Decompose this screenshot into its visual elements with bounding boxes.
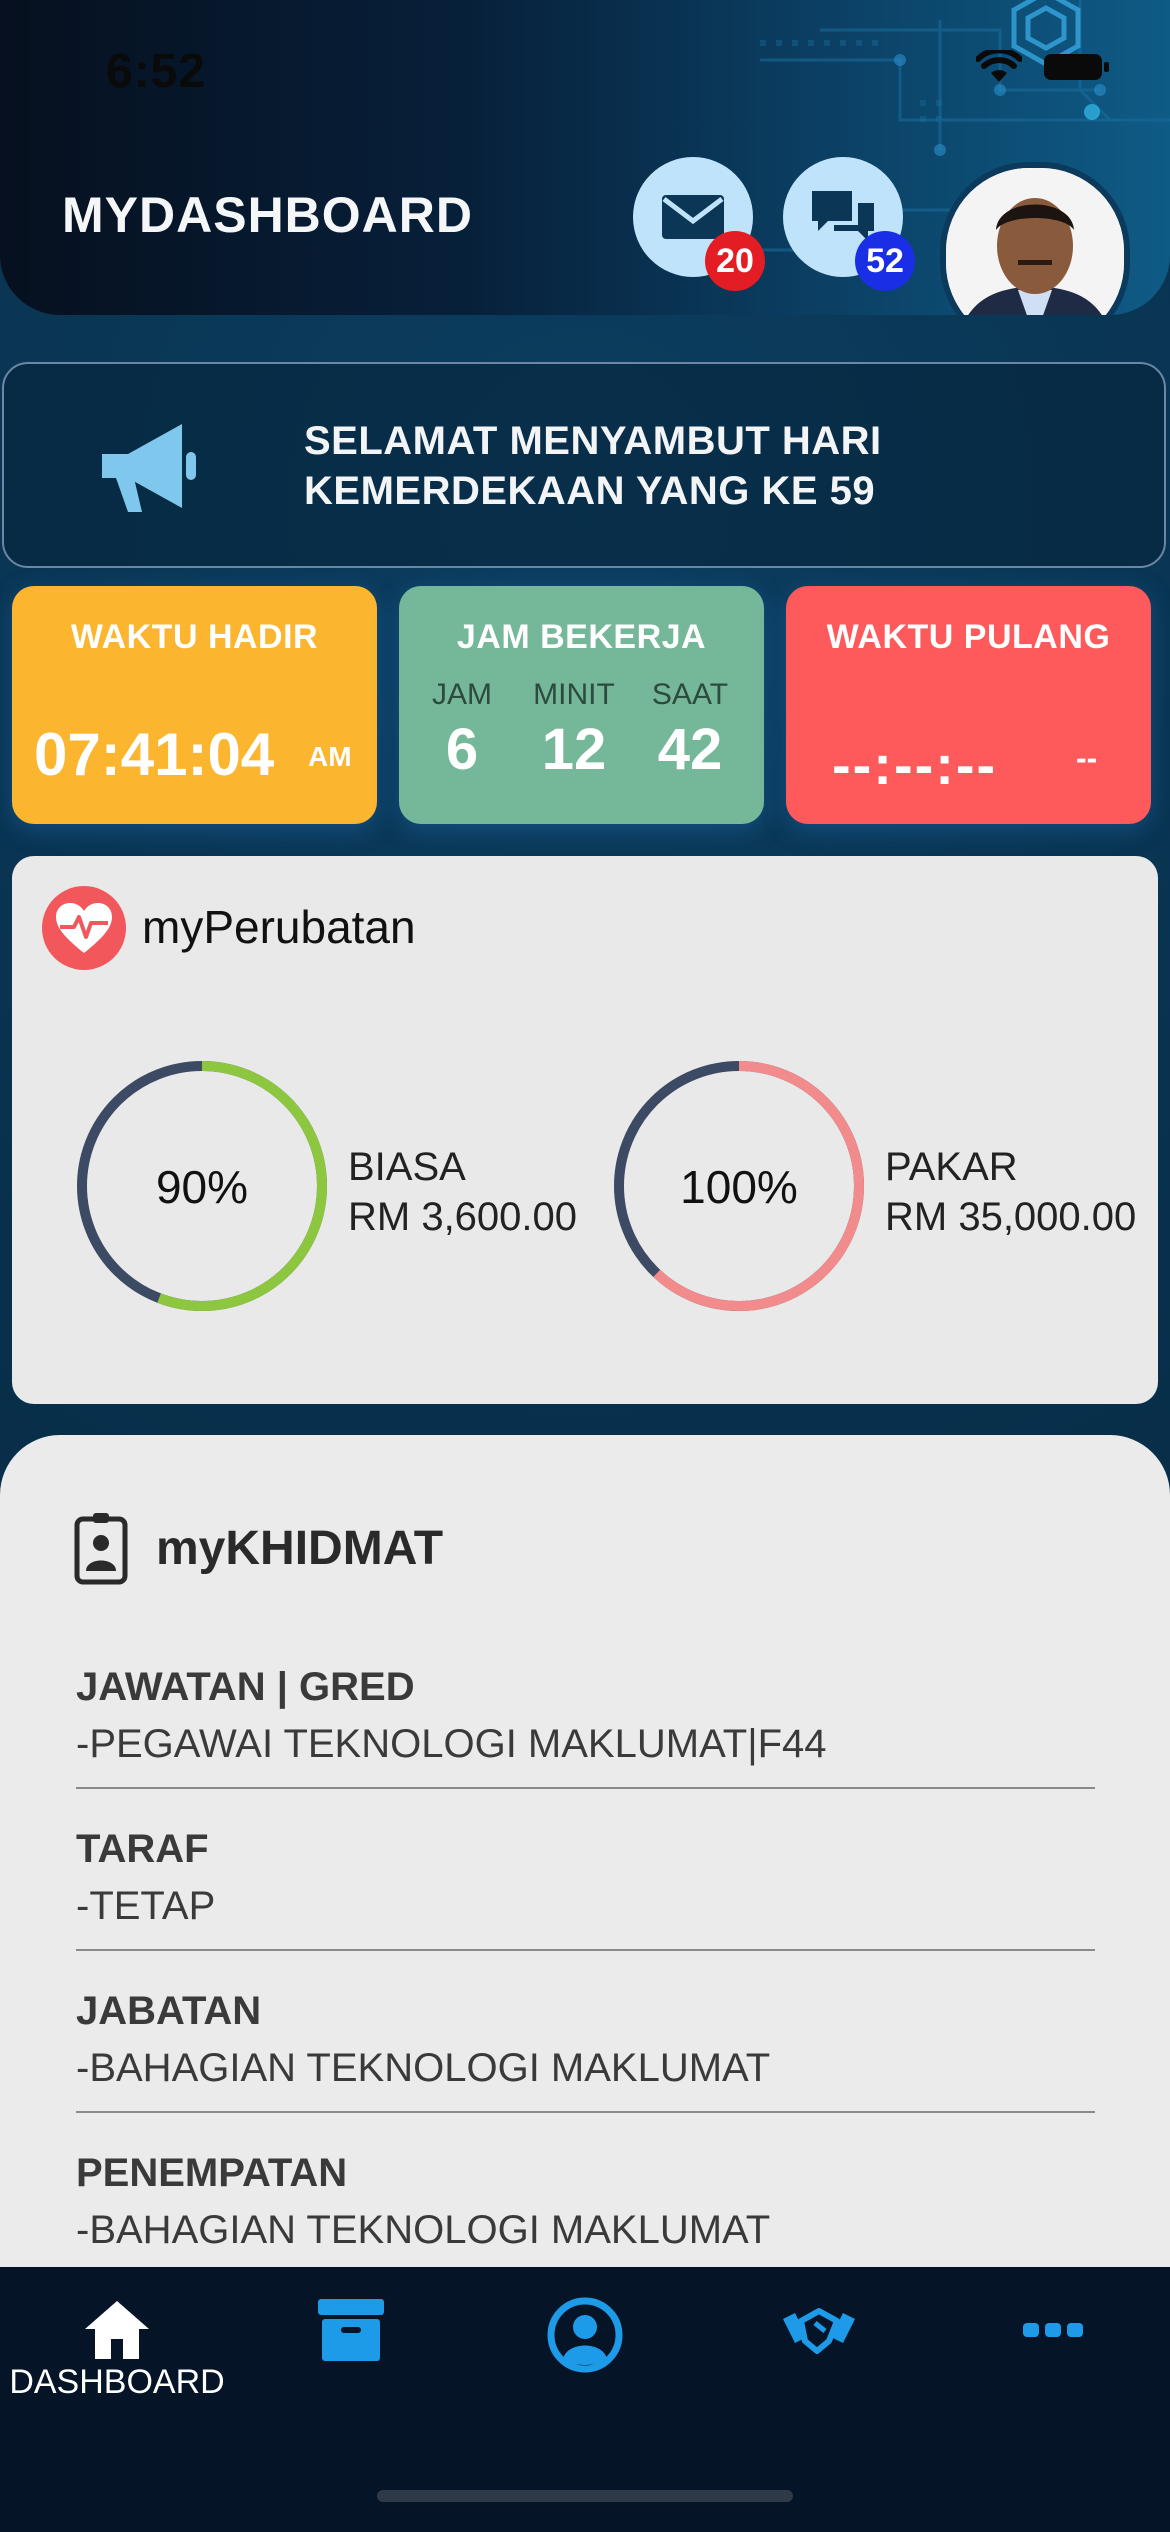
home-indicator[interactable] — [377, 2490, 793, 2502]
khidmat-value: -TETAP — [76, 1884, 216, 1928]
chat-button[interactable]: 52 — [783, 157, 915, 291]
pakar-info: PAKAR RM 35,000.00 — [885, 1142, 1136, 1242]
waktu-hadir-card[interactable]: WAKTU HADIR 07:41:04 AM — [12, 586, 377, 824]
more-icon — [1023, 2323, 1083, 2337]
battery-icon — [1044, 54, 1109, 80]
waktu-pulang-title: WAKTU PULANG — [826, 618, 1111, 656]
perubatan-title: myPerubatan — [142, 901, 416, 953]
tab-dashboard-label: DASHBOARD — [9, 2363, 225, 2401]
megaphone-icon — [102, 424, 196, 512]
avatar[interactable] — [940, 162, 1130, 315]
profile-photo — [946, 168, 1124, 315]
pakar-amount: RM 35,000.00 — [885, 1195, 1137, 1239]
jam-unit: JAM — [432, 678, 492, 711]
handshake-icon — [783, 2308, 855, 2354]
khidmat-value: -PEGAWAI TEKNOLOGI MAKLUMAT|F44 — [76, 1722, 827, 1766]
khidmat-item-penempatan: PENEMPATAN -BAHAGIAN TEKNOLOGI MAKLUMAT — [76, 2129, 1095, 2273]
waktu-hadir-time: 07:41:04 — [34, 721, 275, 788]
wifi-icon — [976, 50, 1022, 82]
header: 6:52 MYDASHBOARD 20 52 — [0, 0, 1170, 315]
mail-badge: 20 — [705, 231, 765, 291]
khidmat-item-jawatan: JAWATAN | GRED -PEGAWAI TEKNOLOGI MAKLUM… — [76, 1643, 1095, 1789]
jam-value: 6 — [445, 717, 479, 782]
saat-unit: SAAT — [651, 678, 729, 711]
perubatan-card[interactable]: myPerubatan 90% BIASA RM 3,600.00 100% P… — [12, 856, 1158, 1404]
app-title: MYDASHBOARD — [62, 187, 473, 243]
tab-dashboard[interactable]: DASHBOARD — [0, 2297, 234, 2457]
chat-badge: 52 — [855, 231, 915, 291]
tab-archive[interactable] — [234, 2297, 468, 2457]
khidmat-value: -BAHAGIAN TEKNOLOGI MAKLUMAT — [76, 2208, 771, 2252]
home-icon — [85, 2301, 149, 2359]
waktu-hadir-ampm: AM — [308, 741, 352, 772]
waktu-hadir-title: WAKTU HADIR — [70, 618, 319, 656]
khidmat-title: myKHIDMAT — [156, 1522, 444, 1575]
khidmat-label: JAWATAN | GRED — [76, 1665, 415, 1709]
pakar-label: PAKAR — [885, 1145, 1018, 1189]
archive-icon — [318, 2299, 384, 2361]
mail-icon — [662, 195, 724, 239]
khidmat-item-jabatan: JABATAN -BAHAGIAN TEKNOLOGI MAKLUMAT — [76, 1967, 1095, 2113]
status-time: 6:52 — [106, 45, 207, 98]
jam-bekerja-card[interactable]: JAM BEKERJA JAM MINIT SAAT 6 12 42 — [399, 586, 764, 824]
mail-button[interactable]: 20 — [633, 157, 765, 291]
pakar-ring: 100% — [609, 1056, 869, 1316]
biasa-amount: RM 3,600.00 — [348, 1195, 578, 1239]
announcement-line-1: SELAMAT MENYAMBUT HARI — [304, 419, 882, 463]
tab-more[interactable] — [936, 2297, 1170, 2457]
khidmat-label: PENEMPATAN — [76, 2151, 348, 2195]
tab-profile[interactable] — [468, 2297, 702, 2457]
tab-handshake[interactable] — [702, 2297, 936, 2457]
pakar-percent: 100% — [680, 1161, 798, 1213]
biasa-percent: 90% — [155, 1161, 249, 1213]
announcement-line-2: KEMERDEKAAN YANG KE 59 — [304, 469, 876, 513]
khidmat-label: TARAF — [76, 1827, 209, 1871]
waktu-pulang-card[interactable]: WAKTU PULANG --:--:-- -- — [786, 586, 1151, 824]
khidmat-item-taraf: TARAF -TETAP — [76, 1805, 1095, 1951]
khidmat-value: -BAHAGIAN TEKNOLOGI MAKLUMAT — [76, 2046, 771, 2090]
biasa-ring: 90% — [72, 1056, 332, 1316]
khidmat-label: JABATAN — [76, 1989, 262, 2033]
app-screen: 6:52 MYDASHBOARD 20 52 SELAMAT MENYAMBUT… — [0, 0, 1170, 2532]
id-badge-icon — [74, 1513, 128, 1585]
waktu-pulang-time: --:--:-- — [832, 733, 998, 796]
user-circle-icon — [547, 2297, 623, 2373]
saat-value: 42 — [657, 717, 723, 782]
jam-bekerja-title: JAM BEKERJA — [456, 618, 707, 656]
biasa-info: BIASA RM 3,600.00 — [348, 1142, 577, 1242]
announcement-banner[interactable]: SELAMAT MENYAMBUT HARI KEMERDEKAAN YANG … — [2, 362, 1166, 568]
status-icons — [976, 50, 1110, 84]
announcement-text: SELAMAT MENYAMBUT HARI KEMERDEKAAN YANG … — [304, 416, 1124, 516]
waktu-pulang-ampm: -- — [1076, 740, 1098, 776]
minit-unit: MINIT — [533, 678, 615, 711]
heart-pulse-icon — [42, 886, 126, 970]
biasa-label: BIASA — [348, 1145, 466, 1189]
minit-value: 12 — [541, 717, 607, 782]
